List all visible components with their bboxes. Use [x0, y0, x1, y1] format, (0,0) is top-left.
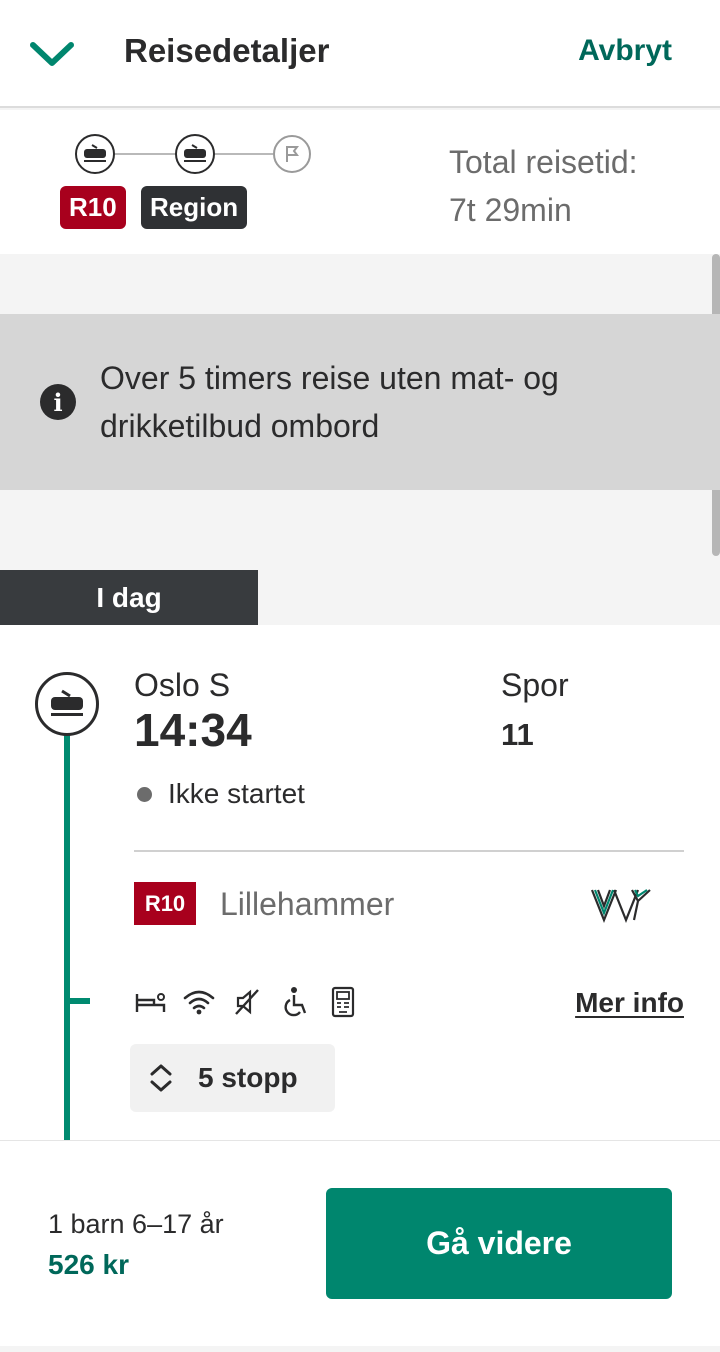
trip-summary: R10 Region Total reisetid: 7t 29min	[0, 110, 720, 254]
train-icon	[35, 672, 99, 736]
timeline-connector	[115, 153, 177, 155]
route-line-tick	[64, 998, 90, 1004]
expand-icon	[150, 1064, 172, 1092]
day-label: I dag	[0, 570, 258, 625]
timeline-connector	[215, 153, 273, 155]
info-banner: i Over 5 timers reise uten mat- og drikk…	[0, 314, 720, 490]
train-icon	[75, 134, 115, 174]
trip-details-screen: Reisedetaljer Avbryt R10 Region Total re…	[0, 0, 720, 1352]
price: 526 kr	[48, 1249, 129, 1280]
leg-card: Oslo S 14:34 Spor 11 Ikke startet R10 Li…	[0, 625, 720, 1150]
track-label: Spor	[501, 667, 569, 703]
info-icon: i	[40, 384, 76, 420]
continue-button[interactable]: Gå videre	[326, 1188, 672, 1299]
line-badge-r10: R10	[60, 186, 126, 229]
more-info-link[interactable]: Mer info	[575, 987, 684, 1019]
passenger-summary: 1 barn 6–17 år	[48, 1209, 224, 1239]
line-badge-r10: R10	[134, 882, 196, 925]
line-badge-region: Region	[141, 186, 248, 229]
divider	[134, 850, 684, 852]
route-line	[64, 730, 70, 1150]
ticket-machine-icon	[326, 985, 360, 1019]
status-dot	[137, 787, 152, 802]
wheelchair-icon	[278, 985, 312, 1019]
departure-station: Oslo S	[134, 667, 231, 703]
track-value: 11	[501, 717, 534, 752]
flag-icon	[273, 135, 311, 173]
wifi-icon	[182, 985, 216, 1019]
info-text: Over 5 timers reise uten mat- og drikket…	[100, 360, 559, 444]
total-value: 7t 29min	[449, 192, 572, 228]
stops-label: 5 stopp	[198, 1062, 298, 1093]
checkout-bar: 1 barn 6–17 år 526 kr Gå videre	[0, 1140, 720, 1346]
app-header: Reisedetaljer Avbryt	[0, 0, 720, 108]
chevron-down-icon[interactable]	[26, 34, 78, 74]
stops-toggle[interactable]: 5 stopp	[130, 1044, 335, 1112]
total-travel-time: Total reisetid: 7t 29min	[449, 138, 638, 234]
status-text: Ikke startet	[168, 778, 305, 809]
facility-icons	[134, 985, 360, 1019]
bed-icon	[134, 985, 168, 1019]
total-label: Total reisetid:	[449, 144, 638, 180]
destination: Lillehammer	[220, 886, 395, 922]
departure-time: 14:34	[134, 704, 252, 756]
vy-logo	[590, 887, 658, 928]
train-icon	[175, 134, 215, 174]
page-title: Reisedetaljer	[124, 32, 330, 69]
cancel-button[interactable]: Avbryt	[578, 34, 672, 68]
quiet-zone-icon	[230, 985, 264, 1019]
